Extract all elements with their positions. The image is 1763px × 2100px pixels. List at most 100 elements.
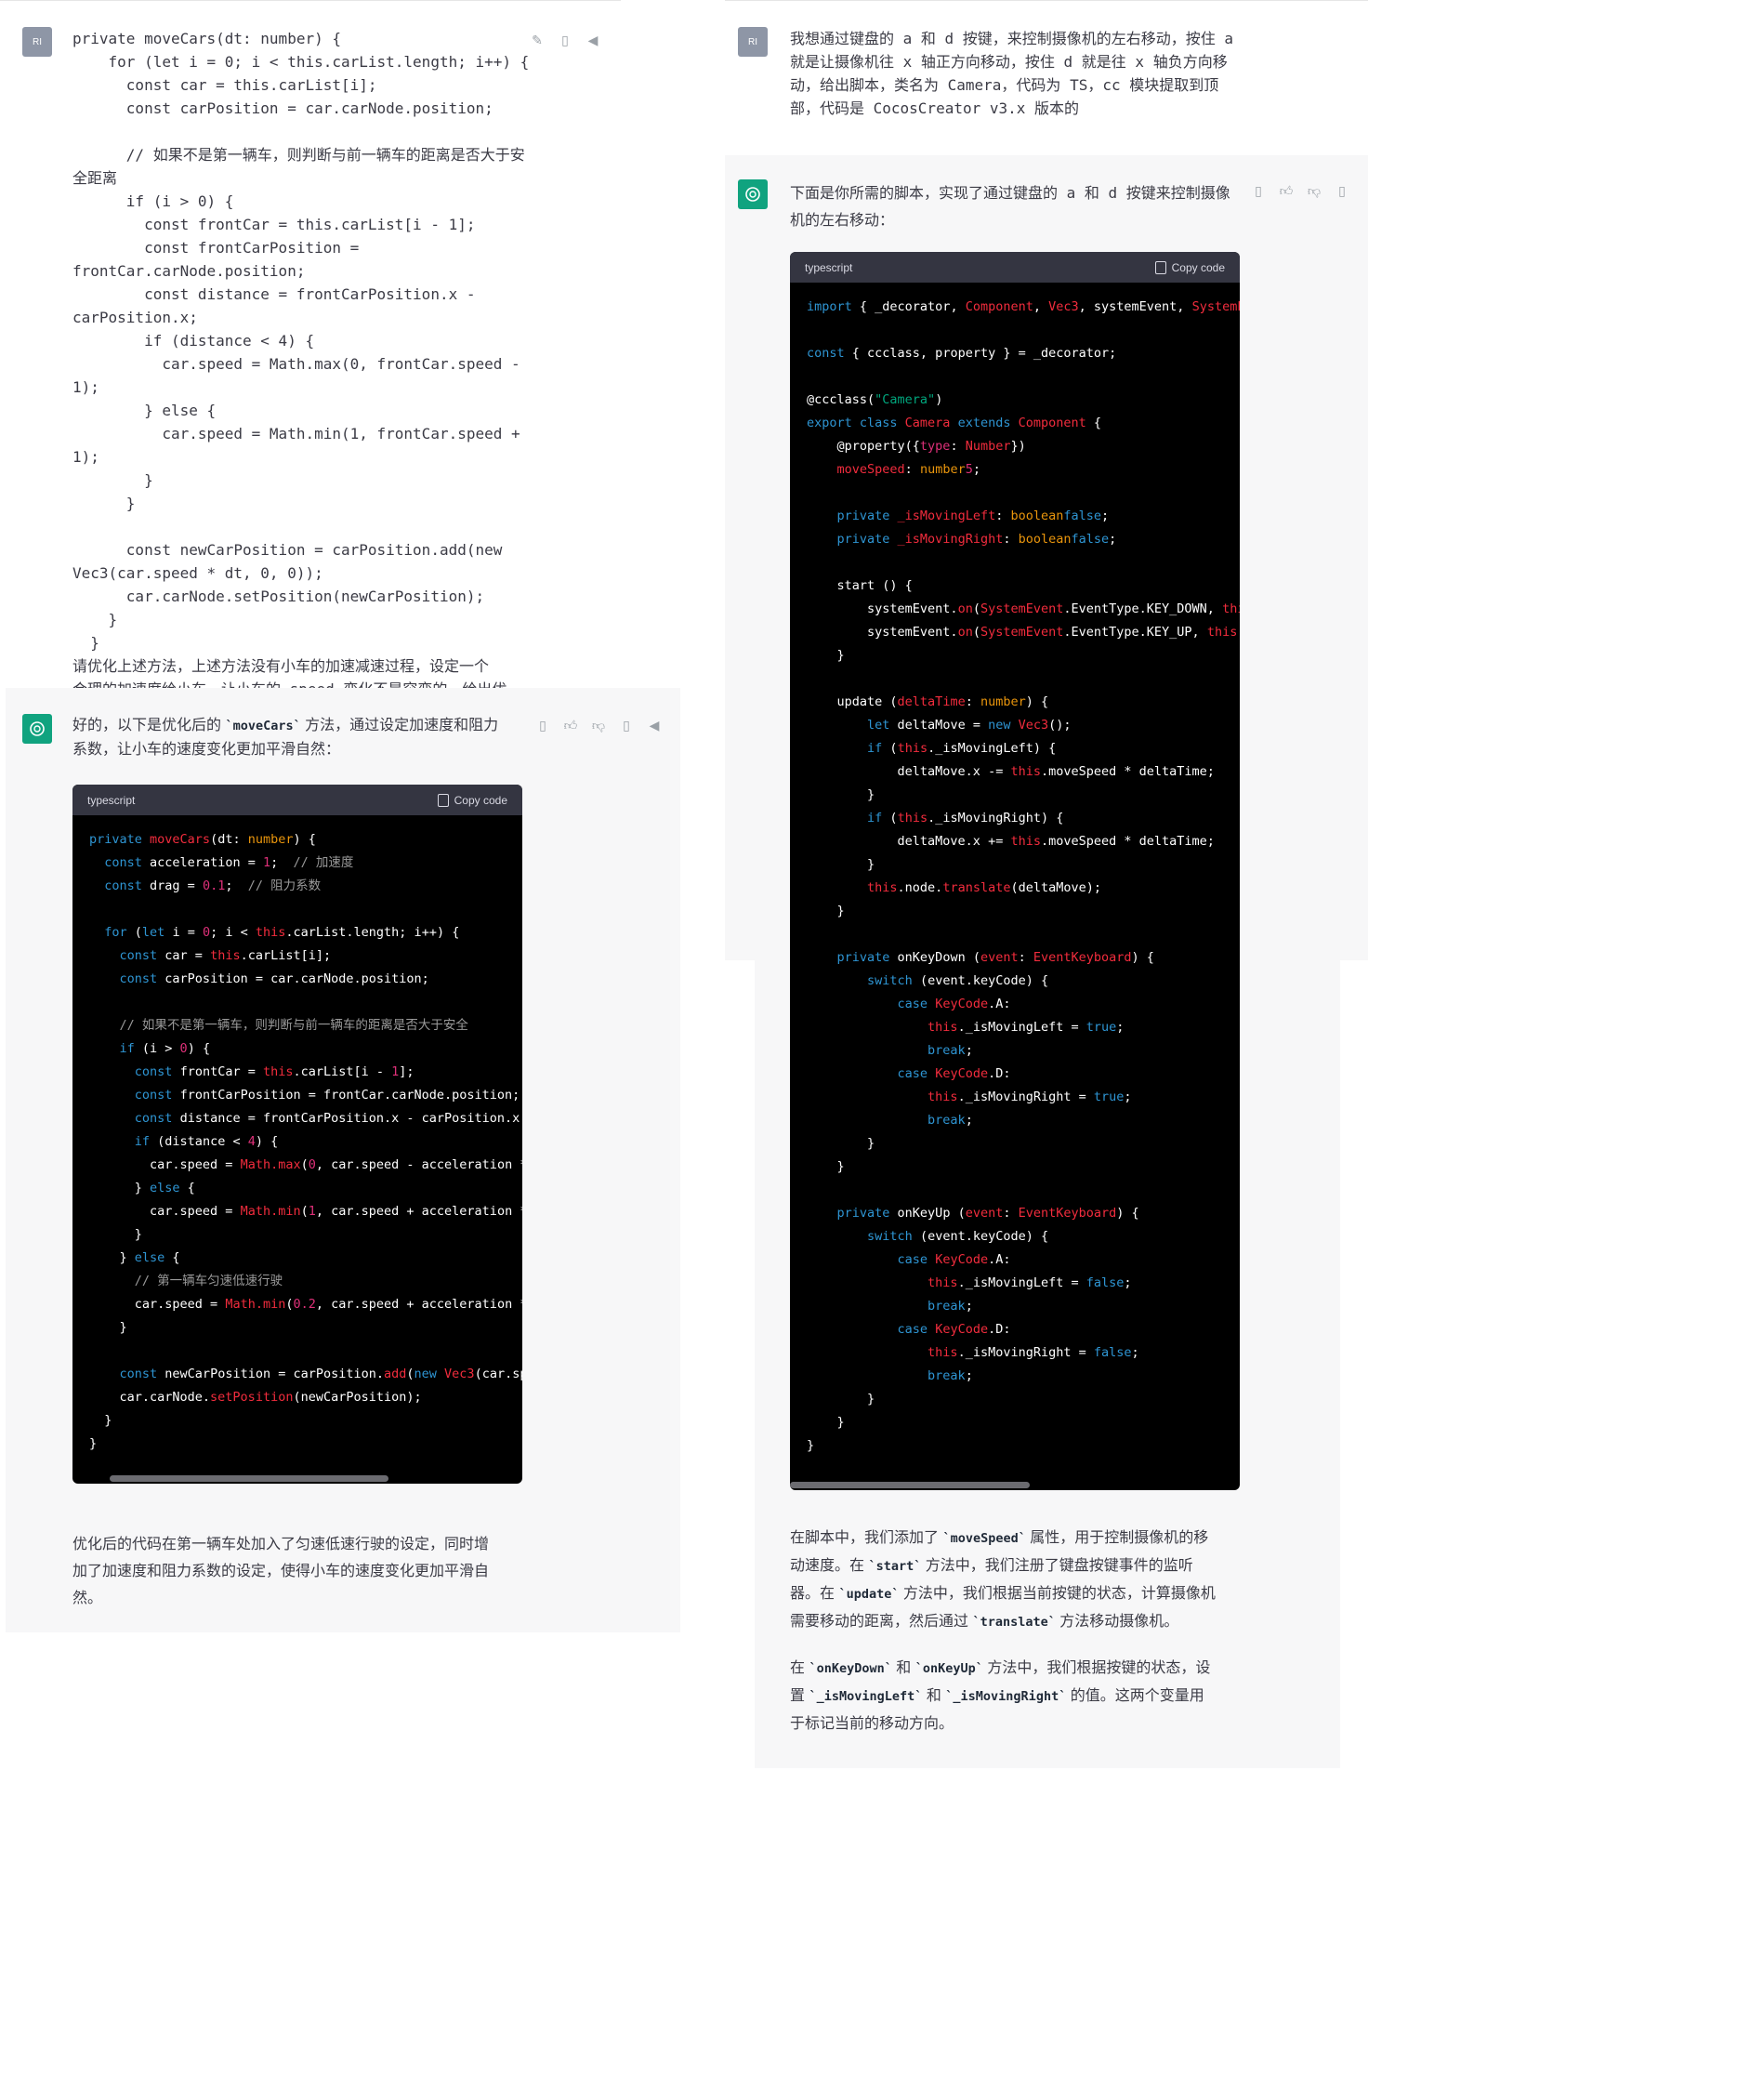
code-line: } <box>807 904 845 918</box>
left-user-message-actions: ✎ ▯ ◀ <box>530 33 600 47</box>
code-line: update (deltaTime: number) { <box>807 694 1049 709</box>
code-line: } <box>89 1413 112 1428</box>
clipboard-icon <box>1154 260 1166 274</box>
left-user-message-block: RI private moveCars(dt: number) { for (l… <box>0 0 621 745</box>
code-line: } <box>807 857 875 872</box>
code-line: case KeyCode.A: <box>897 1252 1011 1267</box>
user-avatar: RI <box>738 27 768 57</box>
copy-code-button[interactable]: Copy code <box>437 793 507 807</box>
code-line: // 第一辆车匀速低速行驶 <box>134 1274 283 1288</box>
code-line: let deltaMove = new Vec3(); <box>867 718 1072 733</box>
code-line: break; <box>928 1113 973 1128</box>
code-line: deltaMove.x += this.moveSpeed * deltaTim… <box>807 834 1215 849</box>
thumbs-up-icon[interactable]: 👍︎ <box>1279 183 1294 198</box>
code-line: const car = this.carList[i]; <box>119 948 332 963</box>
code-line: } <box>807 1392 875 1407</box>
clipboard-icon <box>437 793 449 807</box>
code-line: } <box>89 1320 127 1335</box>
code-block-header: typescript Copy code <box>72 785 522 815</box>
thumbs-down-icon[interactable]: 👎︎ <box>591 718 606 733</box>
thumbs-down-icon[interactable]: 👎︎ <box>1307 183 1322 198</box>
code-line: private onKeyDown (event: EventKeyboard)… <box>836 950 1154 965</box>
code-line: } <box>89 1436 98 1451</box>
assistant-avatar <box>738 179 768 209</box>
left-assistant-intro: 好的，以下是优化后的 `moveCars` 方法，通过设定加速度和阻力 系数，让… <box>72 718 499 758</box>
code-language-label: typescript <box>805 260 853 274</box>
user-avatar: RI <box>22 27 52 57</box>
code-line: car.speed = Math.min(1, car.speed + acce… <box>89 1204 522 1219</box>
copy-code-button[interactable]: Copy code <box>1154 260 1225 274</box>
code-line: const { ccclass, property } = _decorator… <box>807 346 1117 361</box>
code-line: @ccclass("Camera") <box>807 392 943 407</box>
right-user-message-text: 我想通过键盘的 a 和 d 按键，来控制摄像机的左右移动，按住 a 就是让摄像机… <box>790 30 1234 117</box>
code-line: this.node.translate(deltaMove); <box>867 880 1102 895</box>
code-line: } else { <box>89 1250 180 1265</box>
code-line: break; <box>928 1043 973 1058</box>
code-line: private _isMovingRight: booleanfalse; <box>836 532 1117 547</box>
code-line: } <box>807 1415 845 1430</box>
code-line: switch (event.keyCode) { <box>867 1229 1049 1244</box>
right-assistant-outro-paragraph-2: 在 `onKeyDown` 和 `onKeyUp` 方法中，我们根据按键的状态，… <box>790 1660 1211 1732</box>
code-line: systemEvent.on(SystemEvent.EventType.KEY… <box>807 601 1240 616</box>
clipboard-icon[interactable]: ▯ <box>535 718 550 733</box>
code-line: break; <box>928 1368 973 1383</box>
left-assistant-message-actions: ▯ 👍︎ 👎︎ ▯ ◀ <box>535 718 662 733</box>
left-user-message-text: private moveCars(dt: number) { for (let … <box>72 30 530 745</box>
thumbs-up-icon[interactable]: 👍︎ <box>563 718 578 733</box>
code-line: } <box>807 787 875 802</box>
code-line: this._isMovingRight = true; <box>928 1090 1132 1104</box>
code-line: this._isMovingLeft = false; <box>928 1275 1132 1290</box>
code-line: } <box>89 1227 142 1242</box>
code-line: car.carNode.setPosition(newCarPosition); <box>89 1390 422 1405</box>
code-line: export class Camera extends Component { <box>807 416 1102 430</box>
code-line: if (this._isMovingLeft) { <box>867 741 1057 756</box>
code-line: private _isMovingLeft: booleanfalse; <box>836 508 1110 523</box>
code-line: this._isMovingLeft = true; <box>928 1020 1125 1035</box>
code-line: const drag = 0.1; // 阻力系数 <box>104 878 322 893</box>
clipboard-icon[interactable]: ▯ <box>1335 183 1349 198</box>
code-line: const newCarPosition = carPosition.add(n… <box>119 1367 522 1381</box>
speaker-icon[interactable]: ◀ <box>647 718 662 733</box>
code-line: deltaMove.x -= this.moveSpeed * deltaTim… <box>807 764 1215 779</box>
code-line: } else { <box>89 1181 195 1195</box>
code-line: this._isMovingRight = false; <box>928 1345 1139 1360</box>
code-line: case KeyCode.D: <box>897 1322 1011 1337</box>
code-line: for (let i = 0; i < this.carList.length;… <box>104 925 460 940</box>
code-block-header: typescript Copy code <box>790 252 1240 283</box>
code-line: switch (event.keyCode) { <box>867 973 1049 988</box>
code-line: @property({type: Number}) <box>807 439 1026 454</box>
right-user-message-block: RI 我想通过键盘的 a 和 d 按键，来控制摄像机的左右移动，按住 a 就是让… <box>725 0 1368 155</box>
left-assistant-message-block: ▯ 👍︎ 👎︎ ▯ ◀ 好的，以下是优化后的 `moveCars` 方法，通过设… <box>6 688 680 1632</box>
horizontal-scrollbar[interactable] <box>110 1475 388 1482</box>
code-line: // 如果不是第一辆车，则判断与前一辆车的距离是否大于安全 <box>119 1018 468 1033</box>
horizontal-scrollbar[interactable] <box>790 1482 1030 1488</box>
code-line: const frontCarPosition = frontCar.carNod… <box>134 1088 520 1103</box>
right-assistant-outro-paragraph-1: 在脚本中，我们添加了 `moveSpeed` 属性，用于控制摄像机的移 动速度。… <box>790 1530 1216 1630</box>
code-line: break; <box>928 1299 973 1314</box>
code-line: } <box>807 648 845 663</box>
assistant-avatar <box>22 714 52 744</box>
code-line: const distance = frontCarPosition.x - ca… <box>134 1111 522 1126</box>
code-line: } <box>807 1136 875 1151</box>
code-line: const carPosition = car.carNode.position… <box>119 971 429 986</box>
left-assistant-outro: 优化后的代码在第一辆车处加入了匀速低速行驶的设定，同时增 加了加速度和阻力系数的… <box>72 1535 490 1606</box>
edit-icon[interactable]: ✎ <box>530 33 545 47</box>
code-line: private onKeyUp (event: EventKeyboard) { <box>836 1206 1139 1221</box>
clipboard-icon[interactable]: ▯ <box>619 718 634 733</box>
code-line: private moveCars(dt: number) { <box>89 832 316 847</box>
speaker-icon[interactable]: ◀ <box>585 33 600 47</box>
code-line: if (this._isMovingRight) { <box>867 811 1064 825</box>
clipboard-icon[interactable]: ▯ <box>558 33 572 47</box>
code-line: moveSpeed: number5; <box>836 462 980 477</box>
right-code-block: typescript Copy code import { _decorator… <box>790 252 1240 1490</box>
code-line: car.speed = Math.max(0, car.speed - acce… <box>89 1157 522 1172</box>
